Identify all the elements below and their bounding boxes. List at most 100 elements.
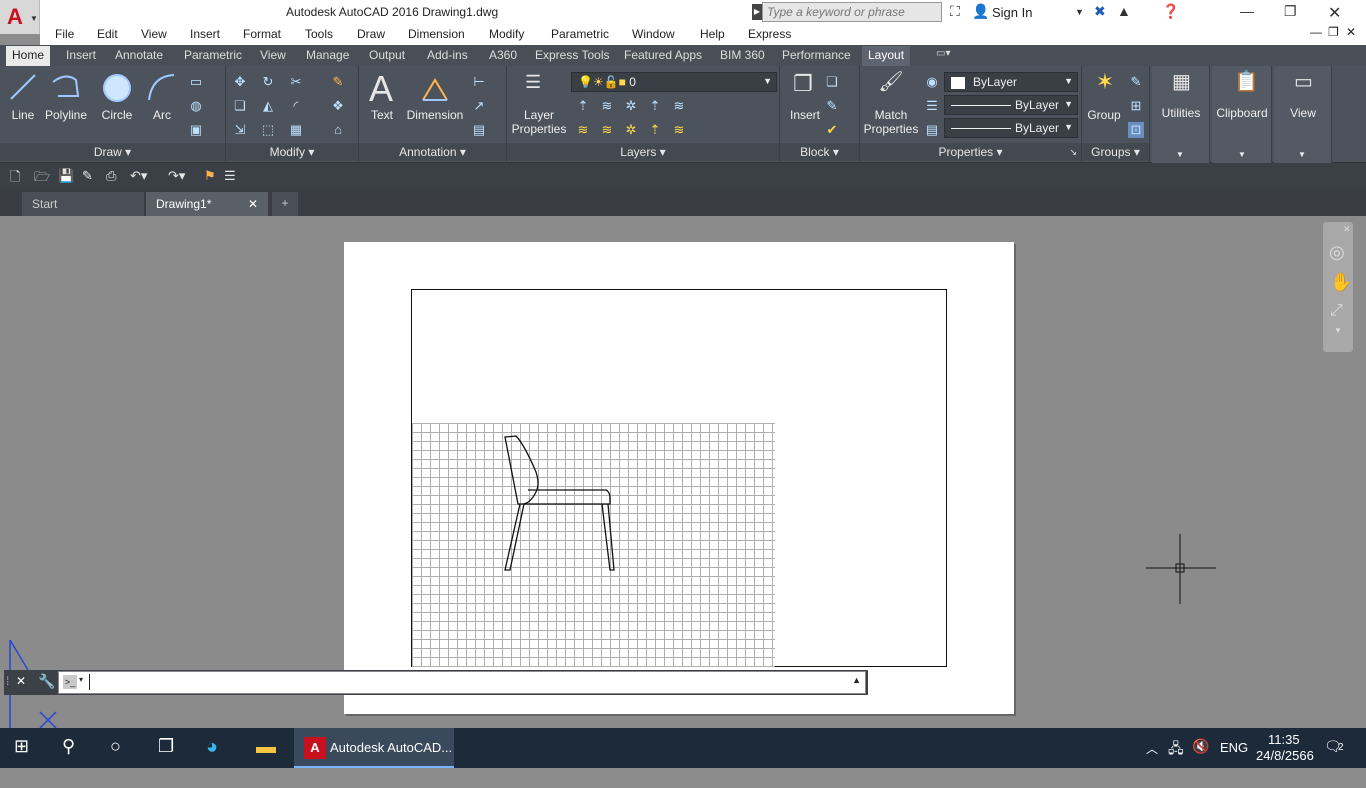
group-select-icon[interactable]: ⊡ xyxy=(1128,122,1144,138)
line-button[interactable]: Line xyxy=(6,108,40,122)
ribbon-options-icon[interactable]: ▭▾ xyxy=(936,48,950,59)
edit-attributes-icon[interactable]: ✔ xyxy=(824,122,840,138)
polyline-icon[interactable] xyxy=(50,72,82,102)
close-icon[interactable]: ✕ xyxy=(1328,3,1341,23)
doc-restore-icon[interactable]: ❐ xyxy=(1328,25,1339,39)
tab-manage[interactable]: Manage xyxy=(306,48,349,62)
tab-bim360[interactable]: BIM 360 xyxy=(720,48,765,62)
hatch-icon[interactable]: ◍ xyxy=(188,98,204,114)
tab-insert[interactable]: Insert xyxy=(66,48,96,62)
offset-icon[interactable]: ⌂ xyxy=(330,122,346,138)
lineweight-dropdown[interactable]: ByLayer ▼ xyxy=(944,95,1078,115)
polyline-button[interactable]: Polyline xyxy=(44,108,88,122)
new-icon[interactable]: 🗋 xyxy=(10,168,20,190)
dimension-button[interactable]: Dimension xyxy=(405,108,465,122)
chevron-down-icon[interactable]: ▼ xyxy=(1334,326,1342,335)
tab-output[interactable]: Output xyxy=(369,48,405,62)
move-icon[interactable]: ✥ xyxy=(232,74,248,90)
view-panel[interactable]: ▭ View ▼ xyxy=(1274,66,1332,163)
pan-icon[interactable]: ✋ xyxy=(1330,272,1352,293)
chevron-up-icon[interactable]: ︿ xyxy=(1146,740,1158,780)
menu-format[interactable]: Format xyxy=(243,27,281,41)
undo-icon[interactable]: ↶▾ xyxy=(130,168,147,184)
taskbar-autocad-app[interactable]: A Autodesk AutoCAD... xyxy=(294,728,454,768)
edit-block-icon[interactable]: ✎ xyxy=(824,98,840,114)
close-icon[interactable]: ✕ xyxy=(1343,224,1351,235)
file-explorer-icon[interactable]: ▬ xyxy=(256,736,276,776)
groups-panel-title[interactable]: Groups ▾ xyxy=(1082,143,1149,161)
wrench-icon[interactable]: 🔧 xyxy=(38,673,55,690)
layers-panel-title[interactable]: Layers ▾ xyxy=(507,143,779,161)
color-wheel-icon[interactable]: ◉ xyxy=(924,74,940,90)
dimension-icon[interactable] xyxy=(421,76,449,102)
clock-date[interactable]: 24/8/2566 xyxy=(1256,748,1314,788)
trim-icon[interactable]: ✂ xyxy=(288,74,304,90)
exchange-icon[interactable]: ✖ xyxy=(1094,3,1106,20)
linetype-dropdown[interactable]: ByLayer ▼ xyxy=(944,118,1078,138)
circle-button[interactable]: Circle xyxy=(98,108,136,122)
rotate-icon[interactable]: ↻ xyxy=(260,74,276,90)
tab-layout[interactable]: Layout xyxy=(862,46,911,66)
chevron-up-icon[interactable]: ▲ xyxy=(852,675,861,685)
text-button[interactable]: Text xyxy=(367,108,397,122)
cortana-icon[interactable]: ○ xyxy=(110,736,121,776)
layer-tool-4-icon[interactable]: ⇡ xyxy=(647,98,663,114)
text-icon[interactable]: A xyxy=(369,68,393,110)
rectangle-icon[interactable]: ▭ xyxy=(188,74,204,90)
circle-icon[interactable] xyxy=(101,72,133,104)
copy-icon[interactable]: ❏ xyxy=(232,98,248,114)
linear-dim-icon[interactable]: ⊢ xyxy=(471,74,487,90)
menu-help[interactable]: Help xyxy=(700,27,725,41)
chevron-down-icon[interactable]: ▼ xyxy=(1075,7,1084,17)
workspace-icon[interactable]: ⚑ xyxy=(204,168,216,184)
menu-window[interactable]: Window xyxy=(632,27,675,41)
redo-icon[interactable]: ↷▾ xyxy=(168,168,185,184)
tab-a360[interactable]: A360 xyxy=(489,48,517,62)
new-tab-button[interactable]: + xyxy=(272,192,298,216)
menu-express[interactable]: Express xyxy=(748,27,791,41)
command-input[interactable]: >_ ▾ ▲ xyxy=(58,671,866,694)
tab-express-tools[interactable]: Express Tools xyxy=(535,48,609,62)
line-icon[interactable] xyxy=(8,72,38,102)
properties-panel-title[interactable]: Properties ▾ ↘ xyxy=(860,143,1081,161)
explode-icon[interactable]: ❖ xyxy=(330,98,346,114)
sign-in-button[interactable]: Sign In xyxy=(992,5,1032,20)
steering-wheel-icon[interactable]: ◎ xyxy=(1329,242,1345,263)
tab-home[interactable]: Home xyxy=(6,46,51,66)
zoom-extents-icon[interactable]: ⤢ xyxy=(1330,302,1343,320)
linetype-icon[interactable]: ▤ xyxy=(924,122,940,138)
group-icon[interactable]: ✶ xyxy=(1092,71,1118,100)
arc-icon[interactable] xyxy=(146,72,178,102)
create-block-icon[interactable]: ❏ xyxy=(824,74,840,90)
search-expand-arrow-icon[interactable]: ▶ xyxy=(752,4,762,20)
layer-tool-6-icon[interactable]: ≋ xyxy=(575,122,591,138)
layer-tool-7-icon[interactable]: ≋ xyxy=(599,122,615,138)
group-button[interactable]: Group xyxy=(1084,108,1124,122)
volume-muted-icon[interactable]: 🔇 xyxy=(1192,738,1209,778)
utilities-panel[interactable]: ▦ Utilities ▼ xyxy=(1152,66,1210,163)
leader-icon[interactable]: ↗ xyxy=(471,98,487,114)
tab-start[interactable]: Start xyxy=(22,192,144,216)
restore-icon[interactable]: ❐ xyxy=(1284,3,1297,20)
utilities-button[interactable]: Utilities xyxy=(1152,106,1210,120)
drag-handle-icon[interactable]: ⁞ xyxy=(6,674,9,688)
search-input[interactable]: Type a keyword or phrase xyxy=(762,2,942,22)
a360-icon[interactable]: ▲ xyxy=(1117,3,1131,19)
menu-dimension[interactable]: Dimension xyxy=(408,27,465,41)
save-as-icon[interactable]: ✎ xyxy=(82,168,93,184)
edge-icon[interactable]: ◕ xyxy=(206,736,218,776)
tab-featured-apps[interactable]: Featured Apps xyxy=(624,48,702,62)
layer-properties-button[interactable]: Layer Properties xyxy=(509,108,569,136)
draw-panel-title[interactable]: Draw ▾ xyxy=(0,143,225,161)
layer-tool-3-icon[interactable]: ✲ xyxy=(623,98,639,114)
task-view-icon[interactable]: ❐ xyxy=(158,736,174,776)
view-button[interactable]: View xyxy=(1274,106,1332,120)
chair-drawing[interactable] xyxy=(500,432,620,574)
close-tab-icon[interactable]: ✕ xyxy=(248,197,258,211)
tab-parametric[interactable]: Parametric xyxy=(184,48,242,62)
doc-minimize-icon[interactable]: — xyxy=(1310,25,1322,39)
menu-view[interactable]: View xyxy=(141,27,167,41)
tab-view[interactable]: View xyxy=(260,48,286,62)
binoculars-icon[interactable]: ⛶ xyxy=(950,3,960,20)
color-dropdown[interactable]: ByLayer ▼ xyxy=(944,72,1078,92)
